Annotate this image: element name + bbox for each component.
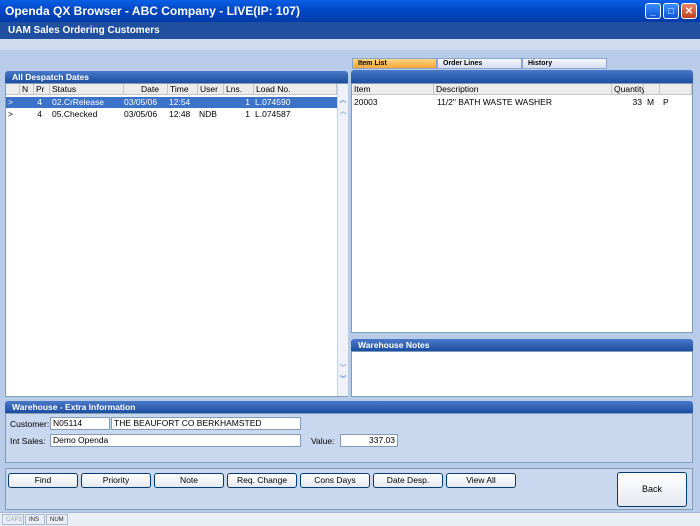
row-item: 20003 <box>354 97 378 107</box>
int-sales-field[interactable]: Demo Openda <box>50 434 301 447</box>
view-all-button[interactable]: View All <box>446 473 516 488</box>
customer-code-field[interactable]: N05114 <box>50 417 110 430</box>
column-header-flag[interactable] <box>660 84 692 95</box>
header-band <box>0 39 700 50</box>
tab-item-list[interactable]: Item List <box>352 58 437 69</box>
column-header-status[interactable]: Status <box>50 84 124 95</box>
row-unit: M <box>647 97 655 107</box>
column-header-lns[interactable]: Lns. <box>224 84 254 95</box>
despatch-panel-title: All Despatch Dates <box>5 71 348 83</box>
row-lns: 1 <box>245 109 250 119</box>
row-marker: > <box>8 97 13 107</box>
customer-label: Customer: <box>10 419 50 429</box>
num-indicator: NUM <box>46 514 68 525</box>
column-header-description[interactable]: Description <box>434 84 612 95</box>
row-pr: 4 <box>37 109 42 119</box>
table-row[interactable]: 20003 11/2" BATH WASTE WASHER 33 M P <box>352 97 692 108</box>
row-status: 02.CrRelease <box>52 97 104 107</box>
scroll-bottom-icon[interactable]: ︾ <box>338 375 348 385</box>
row-marker: > <box>8 109 13 119</box>
window-title: Openda QX Browser - ABC Company - LIVE(I… <box>5 4 300 18</box>
table-row[interactable]: > 4 02.CrRelease 03/05/06 12:54 1 L.0745… <box>6 97 337 108</box>
row-user: NDB <box>199 109 217 119</box>
despatch-scrollbar[interactable]: ︽ ︿ ﹀ ︾ <box>337 84 348 396</box>
value-field[interactable]: 337.03 <box>340 434 398 447</box>
row-flag: P <box>663 97 669 107</box>
item-list[interactable]: Item Description Quantity 20003 11/2" BA… <box>351 83 693 333</box>
column-header-date[interactable]: Date <box>124 84 168 95</box>
value-label: Value: <box>311 436 335 446</box>
tab-history[interactable]: History <box>522 58 607 69</box>
note-button[interactable]: Note <box>154 473 224 488</box>
extra-info-title: Warehouse - Extra Information <box>5 401 693 413</box>
window-title-bar[interactable]: Openda QX Browser - ABC Company - LIVE(I… <box>0 0 700 22</box>
row-load-no: L.074587 <box>255 109 291 119</box>
tab-order-lines[interactable]: Order Lines <box>437 58 522 69</box>
column-header-n[interactable]: N <box>20 84 34 95</box>
scroll-top-icon[interactable]: ︽ <box>338 96 348 106</box>
close-icon[interactable]: ✕ <box>681 3 697 19</box>
column-header-item[interactable]: Item <box>352 84 434 95</box>
find-button[interactable]: Find <box>8 473 78 488</box>
row-description: 11/2" BATH WASTE WASHER <box>437 97 552 107</box>
priority-button[interactable]: Priority <box>81 473 151 488</box>
row-pr: 4 <box>37 97 42 107</box>
row-load-no: L.074590 <box>255 97 291 107</box>
column-header-unit[interactable] <box>644 84 660 95</box>
row-time: 12:54 <box>169 97 191 107</box>
ins-indicator: INS <box>25 514 45 525</box>
row-time: 12:48 <box>169 109 191 119</box>
req-change-button[interactable]: Req. Change <box>227 473 297 488</box>
caps-indicator: CAPS <box>2 514 24 525</box>
customer-name-field[interactable]: THE BEAUFORT CO BERKHAMSTED <box>111 417 301 430</box>
column-header-quantity[interactable]: Quantity <box>612 84 646 95</box>
int-sales-label: Int Sales: <box>10 436 46 446</box>
date-desp-button[interactable]: Date Desp. <box>373 473 443 488</box>
row-date: 03/05/06 <box>124 97 158 107</box>
scroll-up-icon[interactable]: ︿ <box>338 107 348 117</box>
row-lns: 1 <box>245 97 250 107</box>
back-button[interactable]: Back <box>617 472 687 507</box>
maximize-icon[interactable]: □ <box>663 3 679 19</box>
column-header-user[interactable]: User <box>198 84 224 95</box>
minimize-icon[interactable]: _ <box>645 3 661 19</box>
row-quantity: 33 <box>632 97 642 107</box>
cons-days-button[interactable]: Cons Days <box>300 473 370 488</box>
app-header: UAM Sales Ordering Customers <box>0 22 700 39</box>
status-bar: CAPS INS NUM <box>0 512 700 526</box>
despatch-list[interactable]: N Pr Status Date Time User Lns. Load No.… <box>5 83 348 397</box>
row-status: 05.Checked <box>52 109 98 119</box>
warehouse-notes-title: Warehouse Notes <box>351 339 693 351</box>
column-header-pr[interactable]: Pr <box>34 84 50 95</box>
column-header-marker[interactable] <box>6 84 20 95</box>
row-date: 03/05/06 <box>124 109 158 119</box>
item-list-header-bar <box>351 70 693 83</box>
table-row[interactable]: > 4 05.Checked 03/05/06 12:48 NDB 1 L.07… <box>6 109 337 120</box>
column-header-time[interactable]: Time <box>168 84 198 95</box>
column-header-load-no[interactable]: Load No. <box>254 84 337 95</box>
scroll-down-icon[interactable]: ﹀ <box>338 364 348 374</box>
warehouse-notes-area[interactable] <box>351 351 693 397</box>
